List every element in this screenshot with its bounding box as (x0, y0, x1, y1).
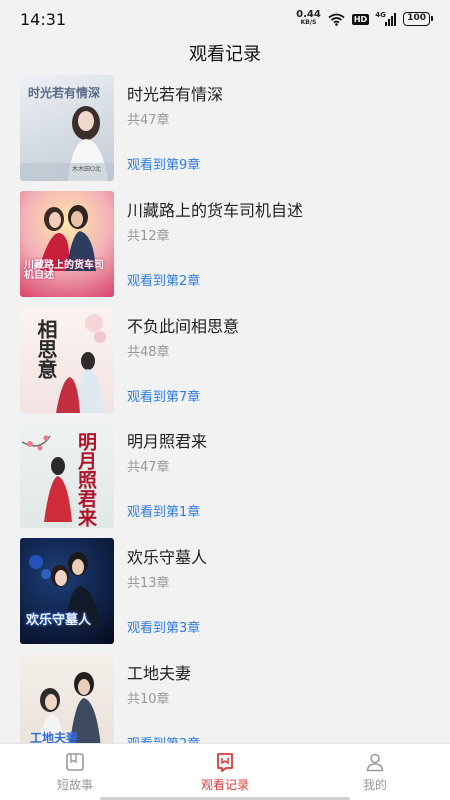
hd-badge: HD (351, 13, 370, 25)
chapter-count: 共12章 (127, 228, 170, 244)
cover-title: 川藏路上的货车司机自述 (24, 259, 104, 281)
tab-short-stories[interactable]: 短故事 (0, 744, 150, 800)
history-item[interactable]: 时光若有情深 木木田O北 时光若有情深 共47章 观看到第9章 (0, 75, 450, 191)
book-cover: 川藏路上的货车司机自述 (20, 190, 114, 297)
chapter-count: 共10章 (127, 691, 170, 707)
cover-title: 时光若有情深 (28, 86, 101, 100)
book-title: 川藏路上的货车司机自述 (127, 200, 304, 220)
cell-signal-icon: 4G (375, 11, 397, 26)
page-title: 观看记录 (189, 44, 261, 65)
net-speed: 0.44 KB/S (296, 9, 321, 27)
history-item[interactable]: 相思意 不负此间相思意 共48章 观看到第7章 (0, 306, 450, 423)
book-cover: 相思意 (20, 306, 114, 413)
tab-label: 短故事 (56, 777, 93, 792)
net-speed-value: 0.44 (296, 9, 321, 20)
chapter-count: 共13章 (127, 576, 170, 592)
watch-progress[interactable]: 观看到第9章 (127, 154, 200, 173)
watch-progress[interactable]: 观看到第2章 (127, 733, 200, 743)
book-cover: 工地夫妻 (20, 653, 114, 743)
person-icon (366, 753, 384, 771)
book-title: 明月照君来 (127, 432, 208, 452)
book-cover: 明月照君来 (20, 422, 114, 529)
book-cover: 时光若有情深 木木田O北 (20, 75, 114, 181)
cover-title: 工地夫妻 (30, 730, 79, 743)
history-item[interactable]: 欢乐守墓人 欢乐守墓人 共13章 观看到第3章 (0, 538, 450, 654)
history-icon (217, 752, 233, 772)
cover-title: 相思意 (34, 318, 58, 379)
tab-history[interactable]: 观看记录 (150, 744, 300, 800)
network-type: 4G (375, 11, 386, 19)
chapter-count: 共47章 (127, 113, 170, 128)
status-bar: 14:31 0.44 KB/S HD 4G 100 (0, 0, 450, 38)
cover-author: 木木田O北 (72, 166, 101, 173)
battery-icon: 100 (403, 12, 433, 26)
status-time: 14:31 (20, 9, 67, 29)
book-title: 时光若有情深 (127, 85, 224, 104)
cover-title: 欢乐守墓人 (26, 613, 92, 629)
book-title: 不负此间相思意 (127, 316, 240, 336)
history-list[interactable]: 时光若有情深 木木田O北 时光若有情深 共47章 观看到第9章 川藏路上的货车司… (0, 75, 450, 743)
history-item[interactable]: 川藏路上的货车司机自述 川藏路上的货车司机自述 共12章 观看到第2章 (0, 190, 450, 307)
chapter-count: 共48章 (127, 344, 170, 360)
tab-label: 观看记录 (200, 777, 249, 792)
wifi-icon (328, 13, 345, 26)
chapter-count: 共47章 (127, 460, 170, 476)
watch-progress[interactable]: 观看到第3章 (127, 617, 200, 636)
book-title: 工地夫妻 (127, 663, 192, 683)
history-item[interactable]: 明月照君来 明月照君来 共47章 观看到第1章 (0, 422, 450, 538)
watch-progress[interactable]: 观看到第7章 (127, 386, 200, 405)
net-speed-unit: KB/S (300, 19, 317, 26)
watch-progress[interactable]: 观看到第1章 (127, 501, 200, 520)
bottom-tab-bar: 短故事 观看记录 我的 (0, 743, 450, 800)
history-item[interactable]: 工地夫妻 工地夫妻 共10章 观看到第2章 (0, 653, 450, 743)
watch-progress[interactable]: 观看到第2章 (127, 270, 200, 289)
cover-title: 明月照君来 (75, 432, 97, 528)
book-cover: 欢乐守墓人 (20, 538, 114, 645)
tab-label: 我的 (362, 777, 387, 792)
tab-mine[interactable]: 我的 (300, 744, 450, 800)
status-icons: 0.44 KB/S HD 4G 100 (296, 9, 433, 27)
book-title: 欢乐守墓人 (127, 548, 208, 568)
book-icon (66, 752, 84, 771)
